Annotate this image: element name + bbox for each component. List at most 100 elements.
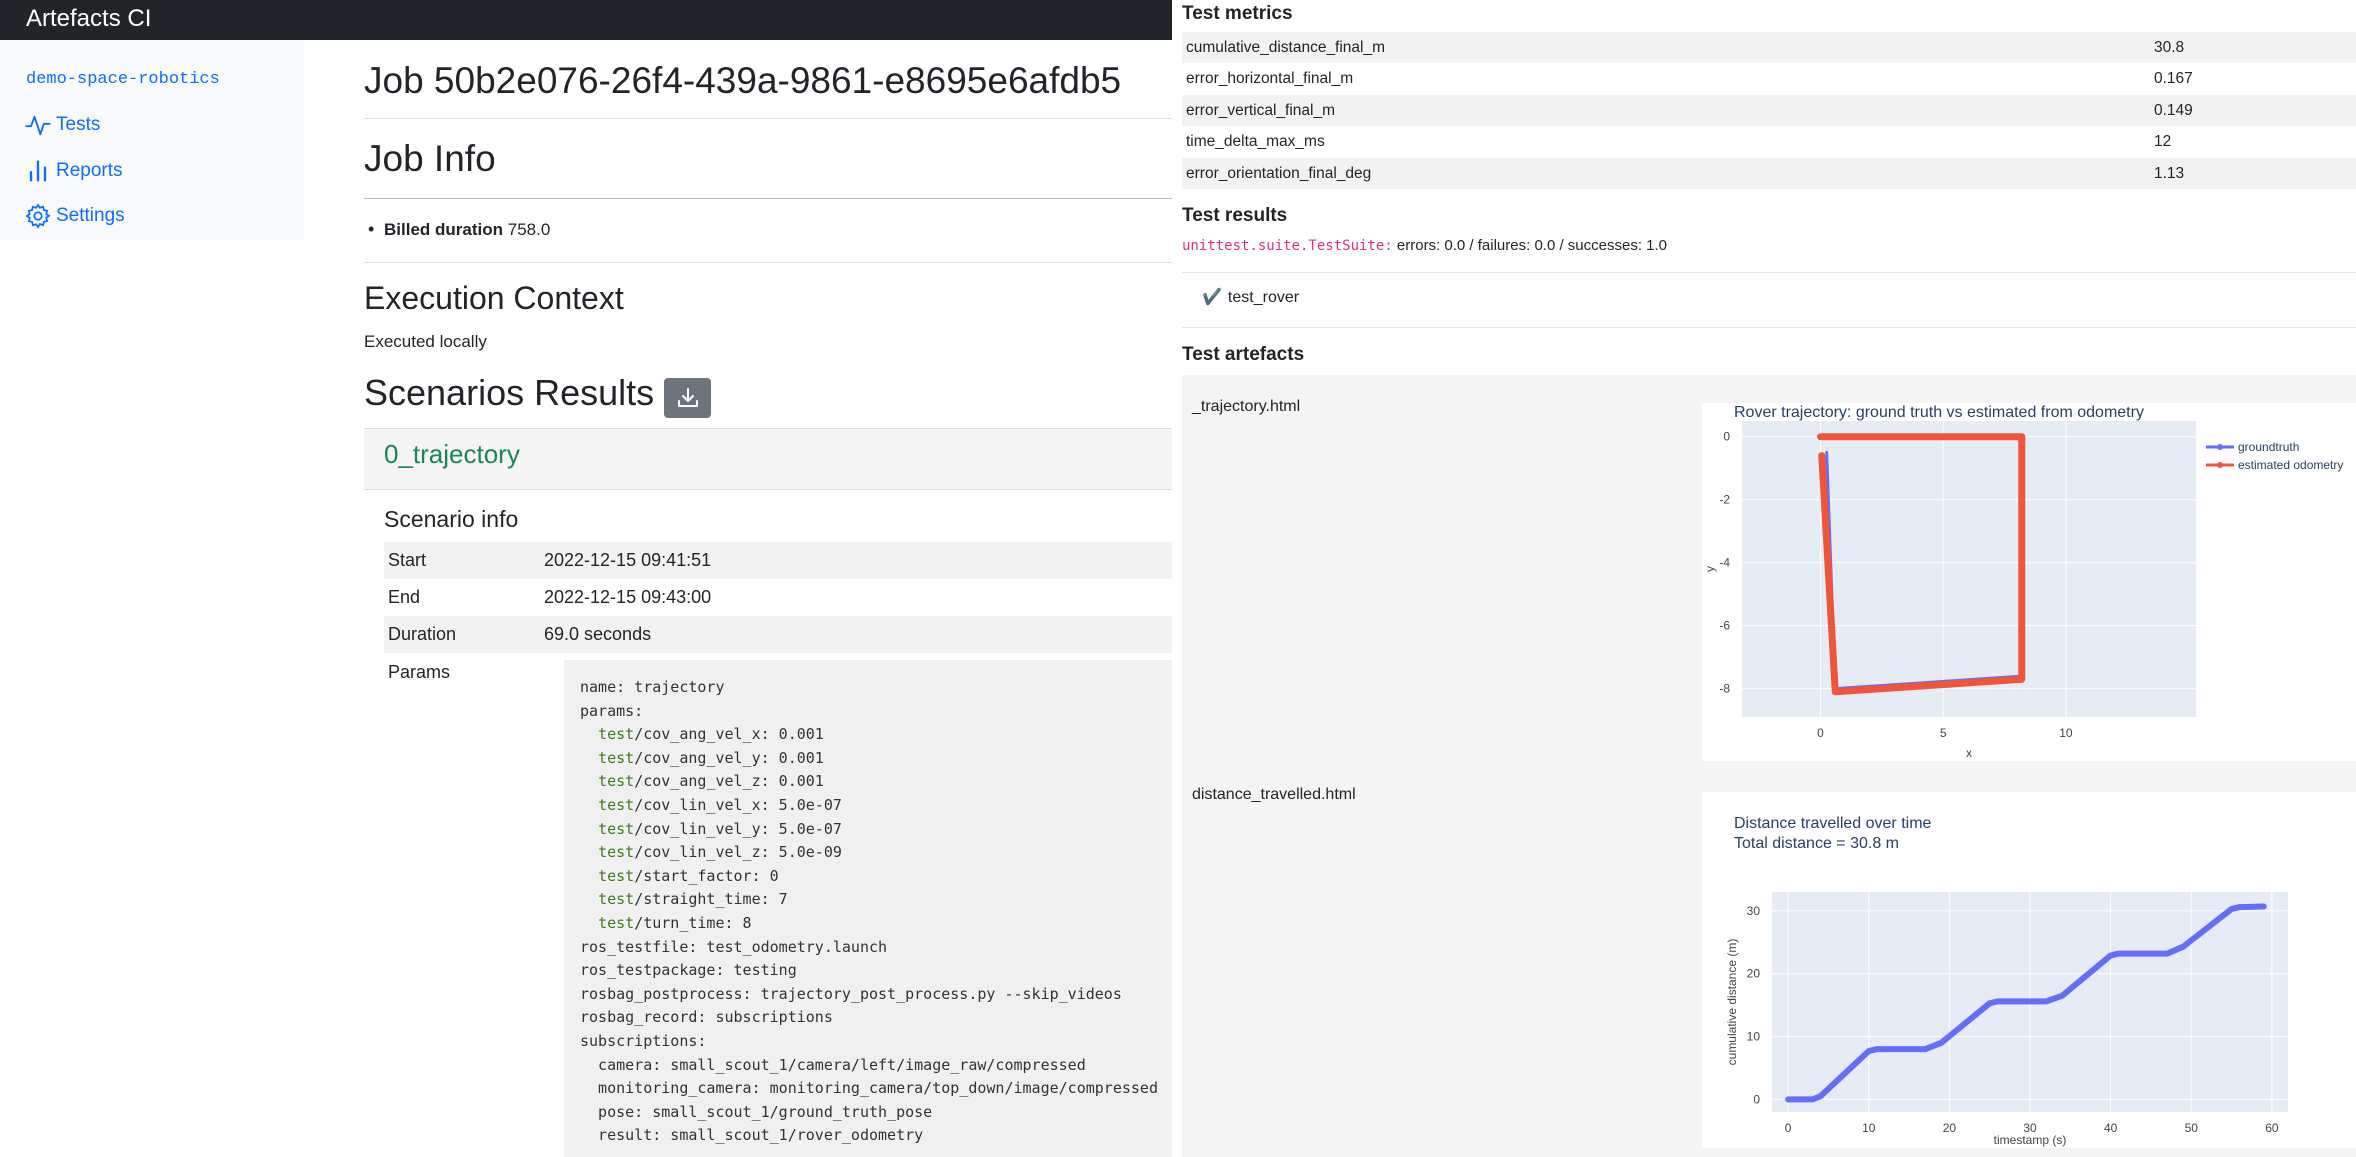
metric-value: 1.13	[2154, 164, 2185, 182]
row-key: End	[388, 587, 421, 607]
table-row: time_delta_max_ms 12	[1182, 126, 2356, 157]
x-tick-label: 5	[1940, 726, 1947, 740]
params-code-block: name: trajectory params: test/cov_ang_vel…	[564, 660, 1172, 1157]
code-line: monitoring_camera: monitoring_camera/top…	[580, 1079, 1158, 1098]
row-value: 2022-12-15 09:43:00	[544, 587, 712, 607]
code-keyword: test	[598, 725, 635, 744]
test-suite-name: unittest.suite.TestSuite:	[1182, 238, 1393, 254]
x-tick-label: 0	[1785, 1121, 1792, 1135]
test-results-heading: Test results	[1182, 205, 1288, 226]
code-line: ros_testpackage: testing	[580, 961, 797, 980]
table-row: error_vertical_final_m 0.149	[1182, 94, 2356, 127]
distance-chart: Distance travelled over time Total distan…	[1725, 815, 2288, 1147]
chart-title: Rover trajectory: ground truth vs estima…	[1734, 404, 2144, 421]
x-tick-label: 0	[1817, 726, 1824, 740]
code-line: subscriptions:	[580, 1031, 707, 1050]
x-tick-label: 10	[2059, 726, 2073, 740]
code-line: name: trajectory	[580, 678, 725, 696]
artefact-label[interactable]: _trajectory.html	[1192, 398, 1300, 416]
list-item[interactable]: ✔️ test_rover	[1202, 287, 1299, 307]
test-name: test_rover	[1227, 289, 1300, 306]
app-brand[interactable]: Artefacts CI	[26, 4, 151, 34]
code-keyword: test	[598, 843, 635, 862]
check-icon: ✔️	[1202, 289, 1222, 306]
y-tick-label: 20	[1747, 967, 1761, 981]
metric-value: 0.167	[2154, 70, 2193, 88]
test-list: ✔️ test_rover	[1182, 272, 2356, 328]
code-line: pose: small_scout_1/ground_truth_pose	[580, 1102, 933, 1121]
code-keyword: test	[598, 772, 635, 791]
artefact-label[interactable]: distance_travelled.html	[1192, 786, 1356, 804]
divider	[364, 118, 1172, 119]
code-keyword: test	[598, 913, 635, 932]
scenario-card-header[interactable]: 0_trajectory	[364, 428, 1172, 490]
sidebar-item-reports[interactable]: Reports	[24, 156, 123, 186]
y-tick-label: 0	[1753, 1092, 1760, 1106]
metric-key: error_vertical_final_m	[1186, 101, 1336, 119]
metric-value: 30.8	[2154, 39, 2185, 56]
code-line: test/cov_ang_vel_x: 0.001	[598, 725, 824, 744]
download-button[interactable]	[664, 378, 711, 418]
billed-duration-label: Billed duration	[384, 220, 503, 239]
legend-label: estimated odometry	[2238, 458, 2343, 472]
row-key: Duration	[388, 624, 457, 644]
code-keyword: test	[598, 748, 635, 767]
code-line: params:	[580, 701, 644, 720]
y-axis-label: y	[1703, 566, 1717, 572]
chart-title: Distance travelled over time	[1734, 815, 1932, 832]
code-line: result: small_scout_1/rover_odometry	[580, 1126, 924, 1145]
billed-duration-value: 758.0	[507, 220, 551, 239]
x-axis-label: x	[1966, 746, 1972, 760]
x-tick-label: 50	[2185, 1121, 2199, 1135]
metric-key: time_delta_max_ms	[1186, 133, 1325, 151]
test-report-panel: Test metrics cumulative_distance_final_m…	[1172, 0, 2356, 1157]
y-tick-label: 10	[1747, 1030, 1761, 1044]
metric-key: cumulative_distance_final_m	[1186, 39, 1386, 56]
trajectory-plot[interactable]: Rover trajectory: ground truth vs estima…	[1702, 403, 2356, 761]
x-tick-label: 60	[2265, 1121, 2279, 1135]
execution-context-heading: Execution Context	[364, 280, 624, 316]
y-tick-label: -2	[1719, 493, 1730, 507]
row-value: 69.0 seconds	[544, 624, 652, 644]
code-keyword: test	[598, 819, 635, 838]
code-keyword: test	[598, 890, 635, 909]
code-line: camera: small_scout_1/camera/left/image_…	[580, 1055, 1086, 1074]
code-line: test/cov_ang_vel_y: 0.001	[598, 748, 824, 767]
table-row: error_horizontal_final_m 0.167	[1182, 63, 2356, 94]
metric-key: error_horizontal_final_m	[1186, 70, 1354, 88]
chart-subtitle: Total distance = 30.8 m	[1734, 835, 1899, 852]
bar-chart-icon	[29, 160, 47, 182]
execution-context-value: Executed locally	[364, 332, 487, 351]
page-title: Job 50b2e076-26f4-439a-9861-e8695e6afdb5	[364, 60, 1122, 101]
sidebar-item-settings[interactable]: Settings	[24, 201, 125, 231]
x-tick-label: 10	[1862, 1121, 1876, 1135]
table-row: error_orientation_final_deg 1.13	[1182, 157, 2356, 189]
row-value: 2022-12-15 09:41:51	[544, 550, 712, 570]
code-line: test/turn_time: 8	[598, 913, 752, 932]
row-key: Start	[388, 550, 427, 570]
scenarios-results-heading: Scenarios Results	[364, 372, 655, 413]
test-artefacts-heading: Test artefacts	[1182, 344, 1305, 365]
table-row: Start 2022-12-15 09:41:51	[384, 542, 1172, 579]
code-line: rosbag_postprocess: trajectory_post_proc…	[580, 984, 1122, 1003]
legend-marker	[2217, 444, 2223, 450]
y-tick-label: -8	[1719, 682, 1730, 696]
y-tick-label: -4	[1719, 556, 1730, 570]
sidebar-item-tests[interactable]: Tests	[24, 110, 100, 140]
distance-plot[interactable]: Distance travelled over time Total distan…	[1702, 792, 2356, 1148]
metric-key: error_orientation_final_deg	[1186, 164, 1372, 182]
plot-area	[1742, 421, 2196, 717]
scenario-info-heading: Scenario info	[384, 506, 519, 532]
code-line: test/cov_lin_vel_y: 5.0e-07	[598, 819, 842, 838]
test-results-summary: unittest.suite.TestSuite: errors: 0.0 / …	[1182, 237, 1667, 254]
billed-duration: Billed duration 758.0	[368, 219, 551, 240]
y-tick-label: 0	[1723, 430, 1730, 444]
x-tick-label: 40	[2104, 1121, 2118, 1135]
x-tick-label: 20	[1943, 1121, 1957, 1135]
code-keyword: test	[598, 795, 635, 814]
job-info-heading: Job Info	[364, 138, 496, 179]
code-line: test/cov_lin_vel_x: 5.0e-07	[598, 795, 842, 814]
code-line: test/cov_lin_vel_z: 5.0e-09	[598, 843, 842, 862]
table-row: cumulative_distance_final_m 30.8	[1182, 32, 2356, 64]
project-link[interactable]: demo-space-robotics	[26, 70, 220, 89]
